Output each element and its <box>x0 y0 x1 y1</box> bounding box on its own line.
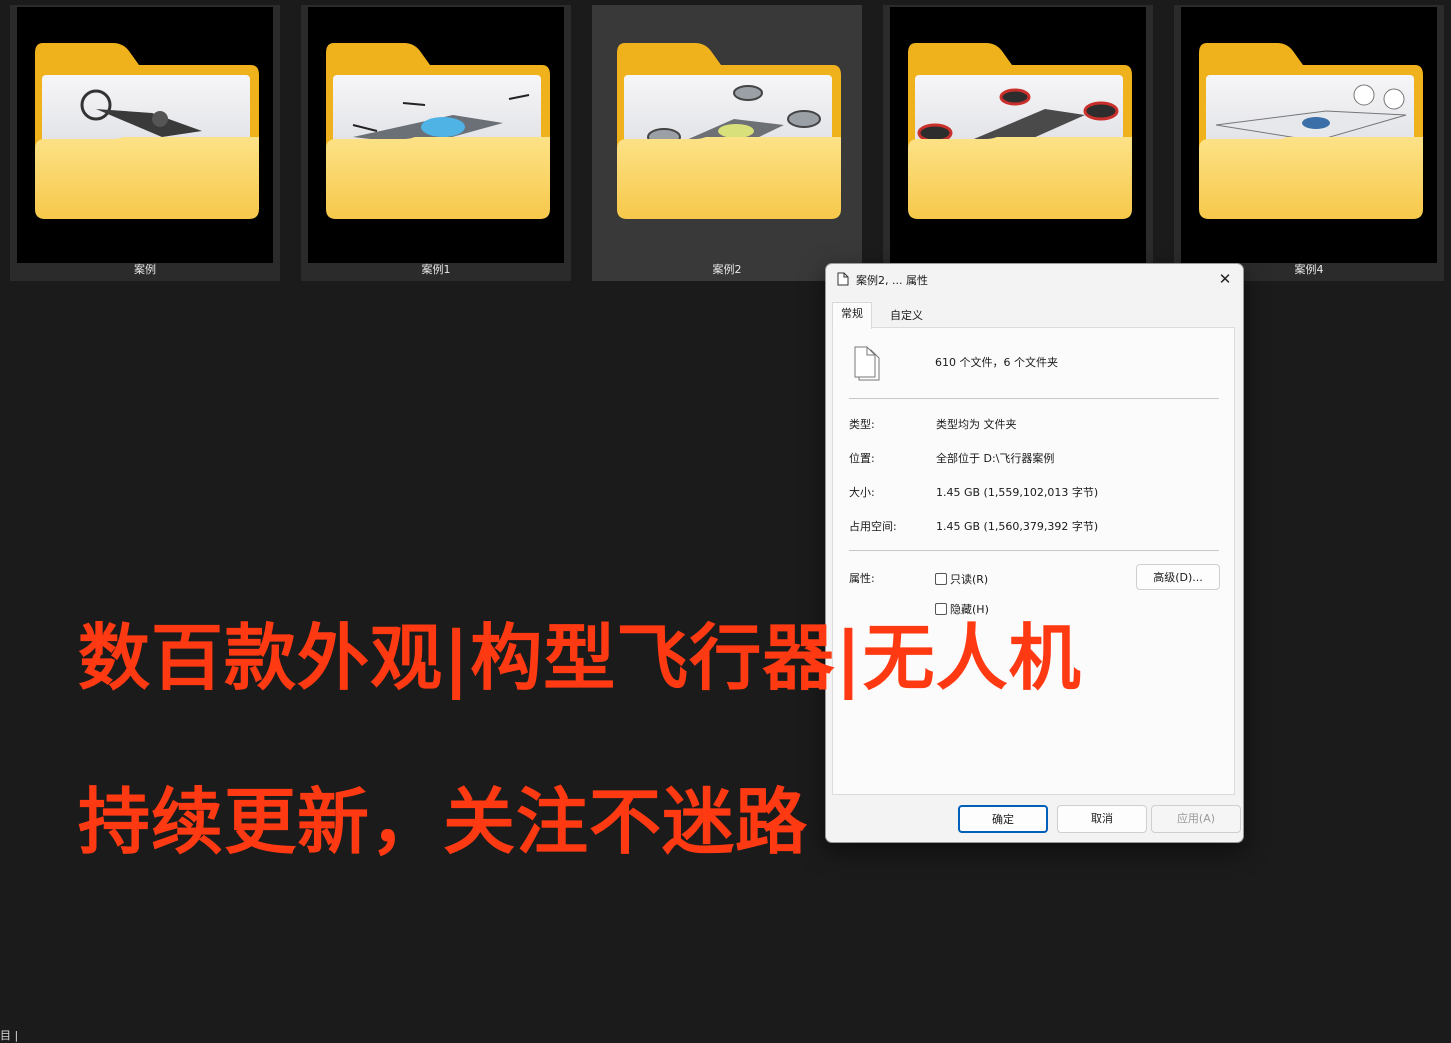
selection-summary: 610 个文件，6 个文件夹 <box>935 356 1058 369</box>
size-on-disk-value: 1.45 GB (1,560,379,392 字节) <box>936 520 1099 533</box>
advanced-button[interactable]: 高级(D)... <box>1136 564 1220 590</box>
dialog-titlebar[interactable]: 案例2, ... 属性 ✕ <box>826 264 1243 294</box>
folder-thumbnail <box>1181 7 1437 263</box>
folder-icon <box>908 43 1132 219</box>
size-label: 大小: <box>849 486 875 499</box>
readonly-label: 只读(R) <box>950 573 989 586</box>
properties-dialog: 案例2, ... 属性 ✕ 常规 自定义 610 个文件，6 个文件夹 类型: … <box>825 263 1244 843</box>
overlay-subline: 持续更新，关注不迷路 <box>78 780 809 864</box>
folder-tile[interactable]: 案例 <box>10 5 280 281</box>
close-button[interactable]: ✕ <box>1213 268 1237 290</box>
attributes-label: 属性: <box>849 572 875 585</box>
folder-grid: 案例 案例1 案例2 案例4 <box>0 0 1451 285</box>
checkbox-box[interactable] <box>935 573 947 585</box>
folder-tile[interactable]: 案例1 <box>301 5 571 281</box>
cancel-button[interactable]: 取消 <box>1057 805 1147 833</box>
location-value: 全部位于 D:\飞行器案例 <box>936 452 1055 465</box>
divider <box>849 398 1219 399</box>
readonly-checkbox[interactable]: 只读(R) <box>935 571 988 587</box>
folder-tile-selected[interactable]: 案例2 <box>592 5 862 281</box>
folder-icon <box>617 43 841 219</box>
size-on-disk-label: 占用空间: <box>849 520 897 533</box>
folder-thumbnail <box>890 7 1146 263</box>
folder-icon <box>35 43 259 219</box>
type-label: 类型: <box>849 418 875 431</box>
ok-button[interactable]: 确定 <box>958 805 1048 833</box>
type-value: 类型均为 文件夹 <box>936 418 1017 431</box>
dialog-title: 案例2, ... 属性 <box>856 274 928 287</box>
multi-file-icon <box>854 346 880 381</box>
tab-custom[interactable]: 自定义 <box>882 305 931 327</box>
folder-label: 案例2 <box>712 263 742 276</box>
folder-label: 案例 <box>134 263 156 276</box>
folder-label: 案例1 <box>421 263 451 276</box>
document-icon <box>837 272 849 286</box>
location-label: 位置: <box>849 452 875 465</box>
folder-tile[interactable]: 案例4 <box>1174 5 1444 281</box>
overlay-headline: 数百款外观|构型飞行器|无人机 <box>78 616 1082 700</box>
general-panel: 610 个文件，6 个文件夹 类型: 类型均为 文件夹 位置: 全部位于 D:\… <box>832 327 1235 795</box>
folder-icon <box>326 43 550 219</box>
size-value: 1.45 GB (1,559,102,013 字节) <box>936 486 1099 499</box>
folder-tile[interactable] <box>883 5 1153 281</box>
folder-thumbnail <box>308 7 564 263</box>
folder-thumbnail <box>599 7 855 263</box>
folder-thumbnail <box>17 7 273 263</box>
folder-icon <box>1199 43 1423 219</box>
tab-general[interactable]: 常规 <box>832 302 872 329</box>
divider <box>849 550 1219 551</box>
apply-button[interactable]: 应用(A) <box>1151 805 1241 833</box>
